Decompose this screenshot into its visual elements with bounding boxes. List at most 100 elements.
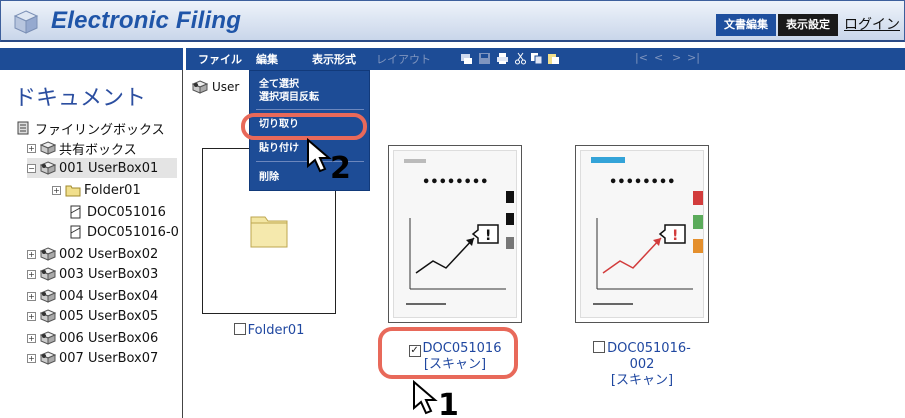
collapse-icon[interactable]: −: [27, 163, 36, 173]
app-title: Electronic Filing: [51, 7, 242, 34]
expand-icon[interactable]: +: [27, 353, 36, 363]
step-number-1: 1: [438, 388, 459, 418]
menu-edit[interactable]: 編集: [256, 51, 278, 67]
expand-icon[interactable]: +: [27, 143, 36, 153]
tree-item-label: ファイリングボックス: [35, 122, 165, 138]
document-preview: •••••••• !: [393, 150, 517, 318]
tree-item-label: 006 UserBox06: [59, 330, 159, 346]
black-tab: [506, 191, 514, 203]
top-button-group: 文書編集 表示設定 ログイン: [716, 14, 904, 36]
tree-item-userbox03[interactable]: + 003 UserBox03: [27, 264, 158, 284]
mouse-cursor-icon: [413, 380, 438, 415]
doc051016-002-label[interactable]: DOC051016- 002 [スキャン]: [575, 341, 709, 389]
tree-item-doc051016[interactable]: DOC051016: [68, 202, 166, 222]
cut-icon[interactable]: [514, 52, 527, 65]
scan-document-icon: [70, 225, 81, 239]
move-icon[interactable]: [460, 52, 473, 65]
userbox-icon: [40, 267, 56, 281]
sidebar-header-bar: [0, 48, 183, 70]
first-page-icon[interactable]: |<: [635, 51, 648, 64]
breadcrumb-text[interactable]: User: [212, 80, 239, 94]
document-preview: •••••••• !: [580, 150, 704, 318]
userbox-icon: [40, 331, 56, 345]
copy-icon[interactable]: [530, 52, 543, 65]
paste-icon[interactable]: [547, 52, 560, 65]
tree-item-label: 003 UserBox03: [59, 266, 159, 282]
tree-item-userbox04[interactable]: + 004 UserBox04: [27, 286, 158, 306]
doc051016-thumbnail[interactable]: •••••••• !: [388, 145, 522, 323]
expand-icon[interactable]: +: [27, 291, 36, 301]
tree-item-label: 005 UserBox05: [59, 308, 159, 324]
highlight-ring: [241, 113, 367, 140]
menu-invert-selection[interactable]: 選択項目反転: [259, 92, 319, 104]
tree-item-label: 007 UserBox07: [59, 350, 159, 366]
tree-item-label: Folder01: [84, 182, 141, 198]
print-icon[interactable]: [496, 52, 509, 65]
tree-item-label: DOC051016-0: [87, 224, 179, 240]
tree-item-shared-box[interactable]: + 共有ボックス: [27, 138, 137, 158]
menu-delete[interactable]: 削除: [259, 172, 279, 184]
doc051016-type: [スキャン]: [423, 357, 487, 372]
header-bar: [591, 157, 625, 163]
last-page-icon[interactable]: >|: [687, 51, 700, 64]
tree-item-filing-box[interactable]: ファイリングボックス: [16, 118, 165, 138]
doc051016-checkbox[interactable]: ✓: [408, 345, 421, 357]
tree-item-userbox01[interactable]: − 001 UserBox01: [27, 158, 177, 178]
menu-file[interactable]: ファイル: [198, 51, 242, 67]
userbox-icon: [40, 289, 56, 303]
svg-text:!: !: [485, 228, 491, 244]
tree-item-folder01[interactable]: + Folder01: [52, 180, 141, 200]
title-bar: Electronic Filing 文書編集 表示設定 ログイン: [0, 0, 905, 42]
tree-item-userbox05[interactable]: + 005 UserBox05: [27, 306, 158, 326]
folder-label[interactable]: Folder01: [202, 323, 336, 338]
red-tab: [693, 191, 703, 205]
expand-icon[interactable]: +: [27, 333, 36, 343]
menu-separator: [256, 109, 364, 110]
userbox-icon: [192, 80, 208, 94]
tree-item-label: 002 UserBox02: [59, 246, 159, 262]
userbox-icon: [40, 161, 56, 175]
menu-paste[interactable]: 貼り付け: [259, 143, 299, 155]
tree-item-label: DOC051016: [87, 204, 166, 220]
tree-item-userbox06[interactable]: + 006 UserBox06: [27, 328, 158, 348]
folder-icon: [250, 216, 288, 248]
document-edit-button[interactable]: 文書編集: [716, 14, 776, 36]
userbox-icon: [40, 351, 56, 365]
doc051016-label[interactable]: ✓ DOC051016 [スキャン]: [388, 341, 522, 373]
tree-item-userbox07[interactable]: + 007 UserBox07: [27, 348, 158, 368]
prev-page-icon[interactable]: <: [654, 51, 663, 64]
save-icon[interactable]: [478, 52, 491, 65]
tree-item-userbox02[interactable]: + 002 UserBox02: [27, 244, 158, 264]
scan-document-icon: [70, 205, 81, 219]
chart-graphic-icon: !: [596, 218, 693, 290]
footer-line: [593, 303, 633, 305]
svg-text:!: !: [672, 228, 678, 244]
tree-item-label: 001 UserBox01: [59, 160, 159, 176]
doc051016-002-checkbox[interactable]: [593, 341, 606, 353]
doc051016-002-thumbnail[interactable]: •••••••• !: [575, 145, 709, 323]
box-icon: [40, 141, 56, 155]
folder-checkbox[interactable]: [233, 323, 246, 335]
filing-box-icon: [17, 121, 29, 135]
footer-line: [406, 303, 446, 305]
menu-select-all[interactable]: 全て選択: [259, 79, 299, 91]
doc051016-002-type: [スキャン]: [610, 373, 674, 388]
display-settings-button[interactable]: 表示設定: [778, 14, 838, 36]
login-link[interactable]: ログイン: [840, 14, 904, 36]
tree-item-doc051016-002[interactable]: DOC051016-0: [68, 222, 179, 242]
expand-icon[interactable]: +: [27, 269, 36, 279]
expand-icon[interactable]: +: [27, 311, 36, 321]
menu-layout[interactable]: レイアウト: [376, 51, 431, 67]
tree-item-label: 共有ボックス: [59, 142, 137, 158]
expand-icon[interactable]: +: [52, 185, 61, 195]
menu-bar: ファイル 編集 表示形式 レイアウト |< < > >|: [186, 48, 905, 70]
menu-view-format[interactable]: 表示形式: [312, 51, 356, 67]
next-page-icon[interactable]: >: [672, 51, 681, 64]
userbox-icon: [40, 309, 56, 323]
doc-dots: ••••••••: [422, 175, 489, 190]
expand-icon[interactable]: +: [27, 249, 36, 259]
logo-cube-icon: [13, 10, 39, 34]
chart-graphic-icon: !: [409, 218, 506, 290]
folder-icon: [65, 185, 81, 197]
doc051016-002-suffix: 002: [629, 357, 655, 372]
